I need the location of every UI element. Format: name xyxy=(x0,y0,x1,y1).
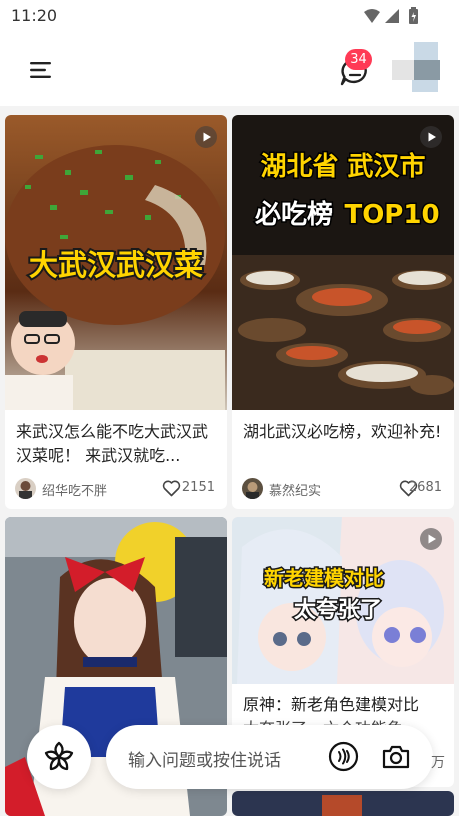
camera-icon[interactable] xyxy=(381,742,411,772)
play-icon xyxy=(420,126,442,148)
card-meta-1: 绍华吃不胖 2151 xyxy=(15,478,219,500)
feed-card-2[interactable]: 湖北省 武汉市 必吃榜 TOP10 湖北武汉必吃榜，欢迎补充! 慕然纪实 268… xyxy=(232,115,454,509)
menu-icon[interactable] xyxy=(28,60,54,80)
wifi-icon xyxy=(364,9,380,23)
status-icons xyxy=(364,7,418,24)
card-title-2: 湖北武汉必吃榜，欢迎补充! xyxy=(243,422,442,441)
card-thumbnail-1: 大武汉武汉菜 xyxy=(5,115,227,410)
voice-wave-icon[interactable] xyxy=(328,741,359,772)
svg-text:新老建模对比: 新老建模对比 xyxy=(264,566,384,590)
ai-assistant-button[interactable] xyxy=(27,725,91,789)
feed-card-1[interactable]: 大武汉武汉菜 来武汉怎么能不吃大武汉武汉菜呢！ 来武汉就吃... 绍华吃不胖 2… xyxy=(5,115,227,509)
author-avatar-2[interactable] xyxy=(242,478,263,499)
top-header: 34 xyxy=(0,32,459,106)
heart-icon[interactable] xyxy=(162,480,181,497)
card-thumbnail-2: 湖北省 武汉市 必吃榜 TOP10 xyxy=(232,115,454,410)
status-bar: 11:20 xyxy=(0,0,459,32)
message-badge: 34 xyxy=(345,49,372,70)
feed-card-5[interactable] xyxy=(232,791,454,816)
likes-count-2: 2681 xyxy=(408,480,442,495)
svg-text:TOP10: TOP10 xyxy=(344,200,439,230)
card-thumbnail-5 xyxy=(232,791,454,816)
app-screen: 11:20 34 大武汉武汉菜 来武汉怎么能不吃大武汉武汉菜呢！ 来武汉就吃..… xyxy=(0,0,459,816)
user-avatar[interactable] xyxy=(392,42,440,92)
card-meta-2: 慕然纪实 2681 xyxy=(242,478,446,500)
partial-likes-text: 万 xyxy=(431,755,445,771)
svg-text:大武汉武汉菜: 大武汉武汉菜 xyxy=(29,248,203,282)
play-icon xyxy=(195,126,217,148)
likes-count-1: 2151 xyxy=(181,480,215,495)
thumb-caption-1: 大武汉武汉菜 xyxy=(27,246,205,284)
signal-icon xyxy=(385,9,399,23)
card-title-4-line-1: 原神：新老角色建模对比 xyxy=(243,695,420,714)
svg-text:太夸张了: 太夸张了 xyxy=(294,598,382,623)
author-name-2[interactable]: 慕然纪实 xyxy=(269,480,321,499)
author-avatar-1[interactable] xyxy=(15,478,36,499)
play-icon xyxy=(420,528,442,550)
ask-input-bar[interactable]: 输入问题或按住说话 xyxy=(106,725,433,789)
svg-text:湖北省 武汉市: 湖北省 武汉市 xyxy=(260,151,425,182)
card-title-1: 来武汉怎么能不吃大武汉武汉菜呢！ 来武汉就吃... xyxy=(16,422,209,465)
status-time: 11:20 xyxy=(11,6,58,25)
flower-ai-icon xyxy=(44,741,74,771)
svg-text:必吃榜: 必吃榜 xyxy=(255,199,333,230)
ask-input-placeholder[interactable]: 输入问题或按住说话 xyxy=(128,746,281,771)
author-name-1[interactable]: 绍华吃不胖 xyxy=(42,480,107,499)
battery-icon xyxy=(409,7,418,24)
